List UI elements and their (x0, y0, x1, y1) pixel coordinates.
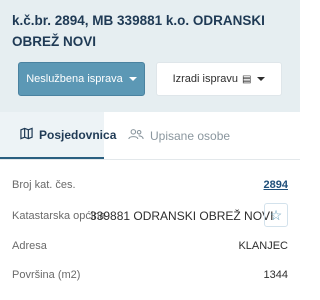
page-title: k.č.br. 2894, MB 339881 k.o. ODRANSKI OB… (12, 13, 265, 49)
parcel-number-label: Broj kat. čes. (12, 179, 76, 191)
cadastral-municipality-row: Katastarska općina 339881 ODRANSKI OBREŽ… (12, 203, 288, 227)
area-value: 1344 (263, 269, 288, 281)
parcel-number-row: Broj kat. čes. 2894 (12, 176, 288, 196)
create-document-button[interactable]: Izradi ispravu ▤ (156, 62, 282, 96)
address-label: Adresa (12, 240, 47, 252)
tab-posjedovnica-label: Posjedovnica (39, 127, 117, 142)
document-icon: ▤ (241, 73, 252, 85)
create-document-label: Izradi ispravu (172, 73, 238, 85)
star-icon: ☆ (269, 206, 283, 223)
address-value: KLANJEC (238, 240, 288, 252)
map-icon (20, 127, 33, 143)
favorite-star-button[interactable]: ☆ (264, 203, 288, 227)
tab-bar: Posjedovnica Upisane osobe (0, 112, 300, 160)
parcel-number-link[interactable]: 2894 (264, 179, 288, 191)
area-row: Površina (m2) 1344 (12, 266, 288, 286)
users-icon (128, 128, 144, 144)
header: k.č.br. 2894, MB 339881 k.o. ODRANSKI OB… (0, 0, 300, 112)
address-row: Adresa KLANJEC (12, 237, 288, 257)
tab-upisane-osobe[interactable]: Upisane osobe (128, 112, 230, 159)
chevron-down-icon (257, 77, 266, 81)
unofficial-document-button[interactable]: Neslužbena isprava (18, 62, 145, 96)
tab-posjedovnica[interactable]: Posjedovnica (0, 112, 116, 159)
chevron-down-icon (128, 77, 137, 81)
area-label: Površina (m2) (12, 269, 81, 281)
unofficial-document-label: Neslužbena isprava (26, 73, 123, 85)
tab-upisane-osobe-label: Upisane osobe (150, 128, 231, 143)
cadastral-municipality-value: 339881 ODRANSKI OBREŽ NOVI (90, 209, 274, 223)
